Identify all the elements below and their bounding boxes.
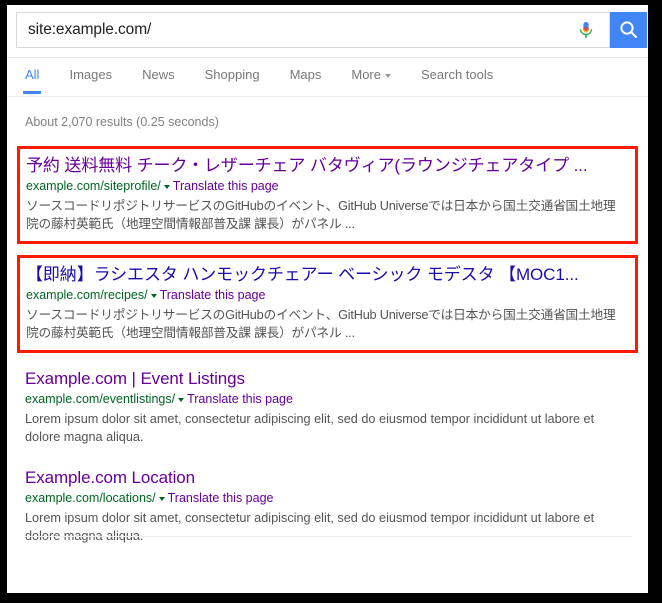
chevron-down-icon bbox=[385, 74, 391, 78]
page-bottom-divider bbox=[25, 536, 632, 537]
screenshot-frame: site:example.com/ bbox=[0, 0, 662, 603]
search-query-text: site:example.com/ bbox=[28, 21, 151, 39]
tab-news[interactable]: News bbox=[142, 67, 175, 93]
tab-more-label: More bbox=[351, 67, 381, 82]
chevron-down-icon[interactable] bbox=[164, 185, 170, 189]
result-stats: About 2,070 results (0.25 seconds) bbox=[7, 97, 648, 129]
tab-all[interactable]: All bbox=[25, 67, 39, 93]
result-snippet: Lorem ipsum dolor sit amet, consectetur … bbox=[25, 410, 625, 446]
tab-images-label: Images bbox=[69, 67, 112, 82]
search-result[interactable]: Example.com Location example.com/locatio… bbox=[7, 463, 648, 551]
result-title-link[interactable]: Example.com Location bbox=[25, 467, 636, 488]
result-snippet: Lorem ipsum dolor sit amet, consectetur … bbox=[25, 509, 625, 545]
microphone-icon[interactable] bbox=[575, 19, 597, 43]
translate-page-link[interactable]: Translate this page bbox=[173, 179, 279, 193]
result-list: 予約 送料無料 チーク・レザーチェア バタヴィア(ラウンジチェアタイプ ... … bbox=[7, 146, 648, 551]
search-input[interactable]: site:example.com/ bbox=[16, 12, 610, 48]
translate-page-link[interactable]: Translate this page bbox=[187, 392, 293, 406]
result-snippet: ソースコードリポジトリサービスのGitHubのイベント、GitHub Unive… bbox=[26, 306, 623, 342]
tab-images[interactable]: Images bbox=[69, 67, 112, 93]
result-title-link[interactable]: 【即納】ラシエスタ ハンモックチェアー ベーシック モデスタ 【MOC1... bbox=[26, 264, 623, 285]
chevron-down-icon[interactable] bbox=[159, 497, 165, 501]
result-title-link[interactable]: 予約 送料無料 チーク・レザーチェア バタヴィア(ラウンジチェアタイプ ... bbox=[26, 155, 623, 176]
tab-shopping[interactable]: Shopping bbox=[205, 67, 260, 93]
result-url[interactable]: example.com/siteprofile/ bbox=[26, 179, 161, 193]
chevron-down-icon[interactable] bbox=[151, 294, 157, 298]
tab-shopping-label: Shopping bbox=[205, 67, 260, 82]
tab-search-tools[interactable]: Search tools bbox=[421, 67, 493, 93]
result-url-line: example.com/recipes/Translate this page bbox=[26, 287, 623, 304]
search-nav-tabs: All Images News Shopping Maps More bbox=[7, 58, 648, 97]
tab-maps[interactable]: Maps bbox=[290, 67, 322, 93]
result-url-line: example.com/eventlistings/Translate this… bbox=[25, 391, 636, 408]
result-url-line: example.com/locations/Translate this pag… bbox=[25, 490, 636, 507]
result-snippet: ソースコードリポジトリサービスのGitHubのイベント、GitHub Unive… bbox=[26, 197, 623, 233]
translate-page-link[interactable]: Translate this page bbox=[160, 288, 266, 302]
search-result[interactable]: 予約 送料無料 チーク・レザーチェア バタヴィア(ラウンジチェアタイプ ... … bbox=[17, 146, 638, 244]
magnifier-icon bbox=[619, 20, 638, 39]
translate-page-link[interactable]: Translate this page bbox=[168, 491, 274, 505]
search-results-page: site:example.com/ bbox=[7, 5, 648, 593]
tab-search-tools-label: Search tools bbox=[421, 67, 493, 82]
result-url-line: example.com/siteprofile/Translate this p… bbox=[26, 178, 623, 195]
chevron-down-icon[interactable] bbox=[178, 398, 184, 402]
search-result[interactable]: Example.com | Event Listings example.com… bbox=[7, 364, 648, 452]
search-button[interactable] bbox=[610, 12, 647, 48]
tab-all-label: All bbox=[25, 67, 39, 82]
search-header: site:example.com/ bbox=[7, 5, 648, 58]
result-url[interactable]: example.com/eventlistings/ bbox=[25, 392, 175, 406]
results-area: About 2,070 results (0.25 seconds) 予約 送料… bbox=[7, 97, 648, 551]
result-url[interactable]: example.com/locations/ bbox=[25, 491, 156, 505]
tab-maps-label: Maps bbox=[290, 67, 322, 82]
result-url[interactable]: example.com/recipes/ bbox=[26, 288, 148, 302]
tab-news-label: News bbox=[142, 67, 175, 82]
tab-more[interactable]: More bbox=[351, 67, 391, 93]
result-title-link[interactable]: Example.com | Event Listings bbox=[25, 368, 636, 389]
search-result[interactable]: 【即納】ラシエスタ ハンモックチェアー ベーシック モデスタ 【MOC1... … bbox=[17, 255, 638, 353]
